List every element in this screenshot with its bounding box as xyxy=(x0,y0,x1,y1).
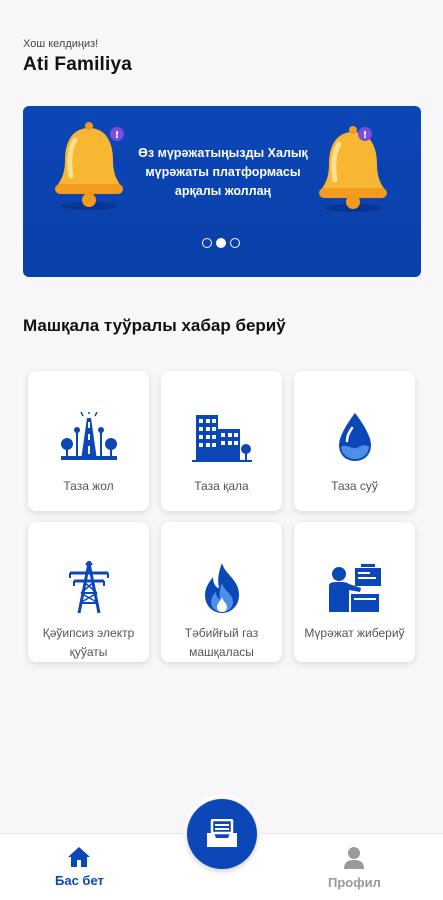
carousel-dot[interactable] xyxy=(202,238,212,248)
road-icon xyxy=(57,411,121,463)
nav-home[interactable]: Бас бет xyxy=(55,846,104,888)
category-card-send-appeal[interactable]: Мүрәжат жибериў xyxy=(294,522,415,662)
category-label: Мүрәжат жибериў xyxy=(304,626,405,640)
carousel-indicator[interactable] xyxy=(202,238,240,248)
home-icon xyxy=(68,847,91,867)
carousel-dot-active[interactable] xyxy=(216,238,226,248)
category-card-safe-electricity[interactable]: Қәўипсиз электр қуўаты xyxy=(28,522,149,662)
appeals-button[interactable] xyxy=(187,799,257,869)
category-card-clean-water[interactable]: Таза суў xyxy=(294,371,415,511)
bell-icon: ! xyxy=(317,124,387,221)
user-name: Ati Familiya xyxy=(23,54,133,75)
category-label: Таза суў xyxy=(331,479,378,493)
category-label: Таза қала xyxy=(194,479,249,493)
greeting-text: Хош келдиңиз! xyxy=(23,38,99,50)
inbox-tray-icon xyxy=(207,819,237,847)
water-drop-icon xyxy=(335,411,375,463)
bell-badge-text: ! xyxy=(363,130,368,141)
carousel-dot[interactable] xyxy=(230,238,240,248)
promo-banner[interactable]: ! Өз мүрәжатыңызды Халық мүрәжаты платфо… xyxy=(23,106,421,277)
category-label: Таза жол xyxy=(63,479,114,493)
category-card-clean-road[interactable]: Таза жол xyxy=(28,371,149,511)
nav-profile[interactable]: Профил xyxy=(328,846,381,890)
bell-badge-text: ! xyxy=(115,130,120,141)
category-label: Тәбийғый газ машқаласы xyxy=(184,626,259,659)
category-card-natural-gas[interactable]: Тәбийғый газ машқаласы xyxy=(161,522,282,662)
nav-profile-label: Профил xyxy=(328,875,381,890)
nav-home-label: Бас бет xyxy=(55,873,104,888)
section-title: Машқала туўралы хабар бериў xyxy=(23,316,286,335)
category-label: Қәўипсиз электр қуўаты xyxy=(42,626,135,659)
presenter-icon xyxy=(325,562,385,614)
banner-text: Өз мүрәжатыңызды Халық мүрәжаты платформ… xyxy=(138,146,308,198)
profile-icon xyxy=(344,847,365,869)
category-card-clean-city[interactable]: Таза қала xyxy=(161,371,282,511)
power-tower-icon xyxy=(64,561,114,614)
buildings-icon xyxy=(190,411,254,463)
gas-flame-icon xyxy=(199,562,245,614)
bell-icon: ! xyxy=(55,120,125,217)
